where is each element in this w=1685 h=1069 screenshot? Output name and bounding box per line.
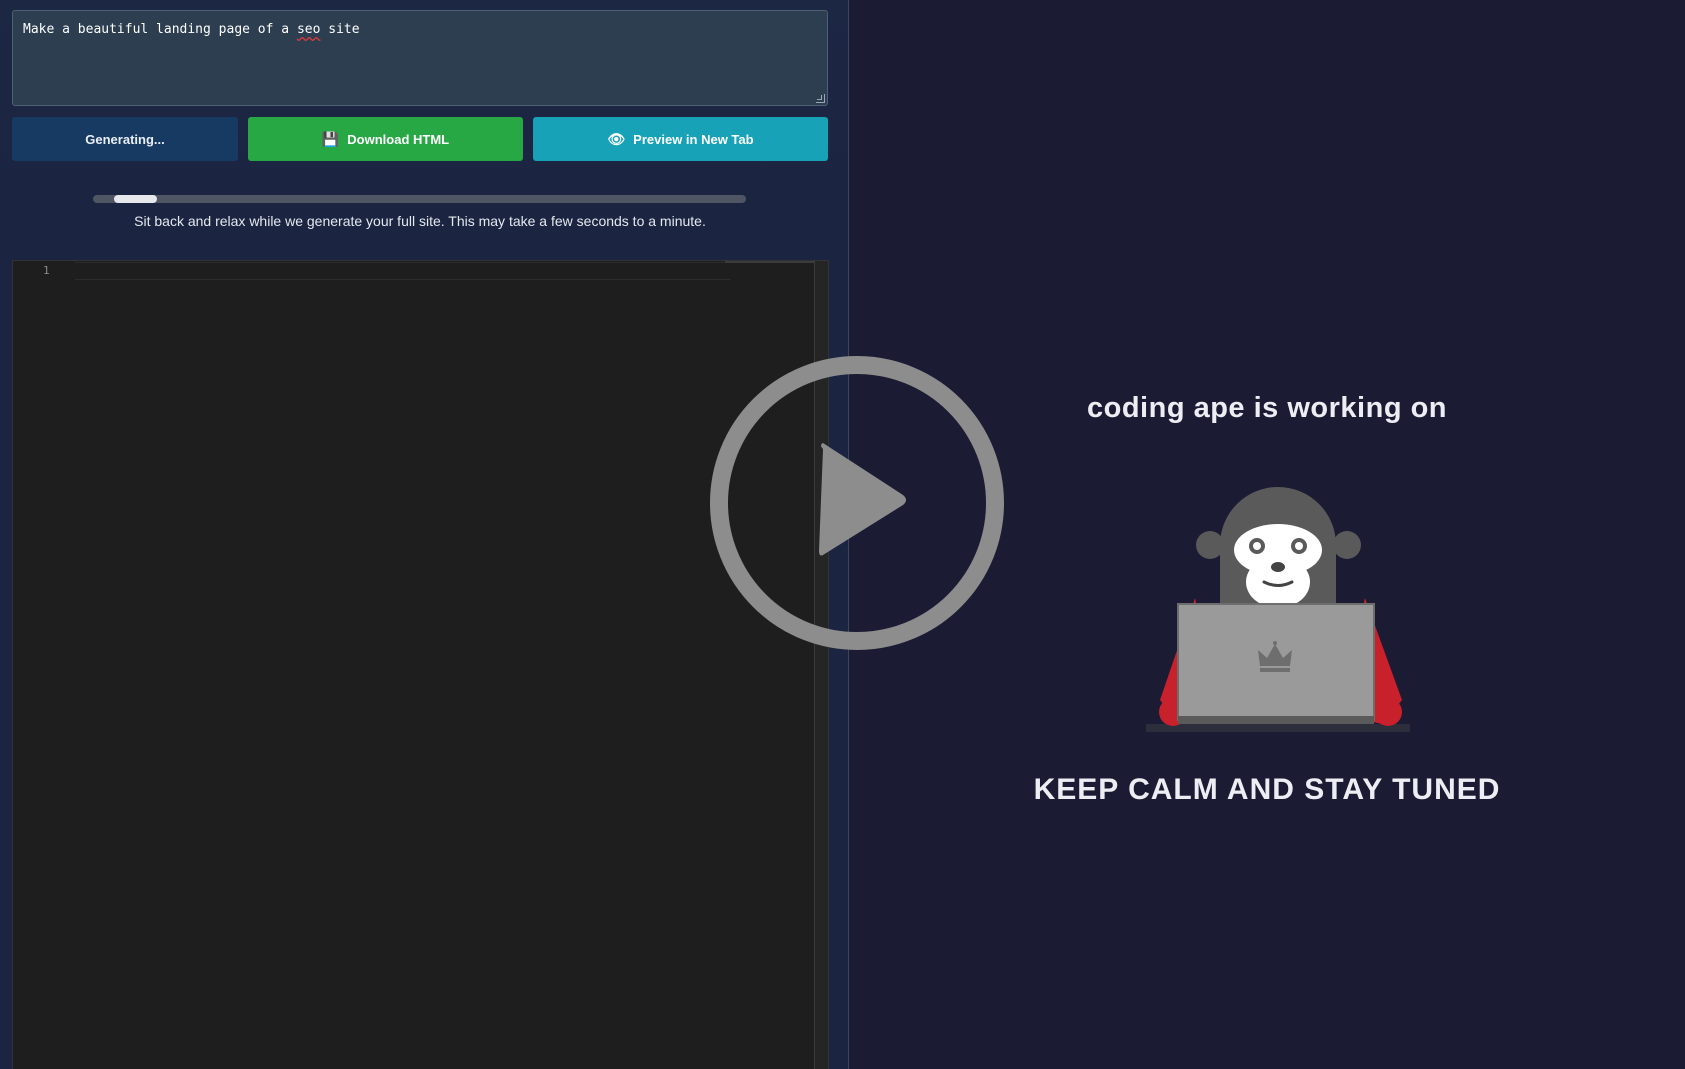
progress-message: Sit back and relax while we generate you… xyxy=(134,213,706,229)
resize-handle[interactable] xyxy=(816,94,825,103)
generate-button[interactable]: Generating... xyxy=(12,117,238,161)
eye-icon: 👁 xyxy=(607,130,626,147)
prompt-misspelled-word: seo xyxy=(296,22,321,37)
prompt-textarea[interactable]: Make a beautiful landing page of a seo s… xyxy=(12,10,828,106)
play-icon xyxy=(710,356,1004,650)
preview-button-label: Preview in New Tab xyxy=(633,131,754,147)
progress-bar xyxy=(93,195,746,203)
line-number: 1 xyxy=(43,264,50,277)
download-html-button[interactable]: 💾 Download HTML xyxy=(248,117,523,161)
current-line-highlight xyxy=(75,262,731,280)
generate-button-label: Generating... xyxy=(85,131,165,147)
minimap[interactable] xyxy=(725,261,815,263)
prompt-text-start: Make a beautiful landing page of a xyxy=(23,22,297,37)
preview-new-tab-button[interactable]: 👁 Preview in New Tab xyxy=(533,117,828,161)
download-button-label: Download HTML xyxy=(347,131,450,147)
ape-with-laptop-graphic xyxy=(1146,487,1410,732)
progress-bar-fill xyxy=(114,195,157,203)
loading-tagline: KEEP CALM AND STAY TUNED xyxy=(1033,773,1501,806)
coding-ape-illustration xyxy=(1140,470,1420,740)
floppy-disk-icon: 💾 xyxy=(321,130,340,147)
play-video-button[interactable] xyxy=(707,355,1007,655)
prompt-text-end: site xyxy=(320,22,360,37)
